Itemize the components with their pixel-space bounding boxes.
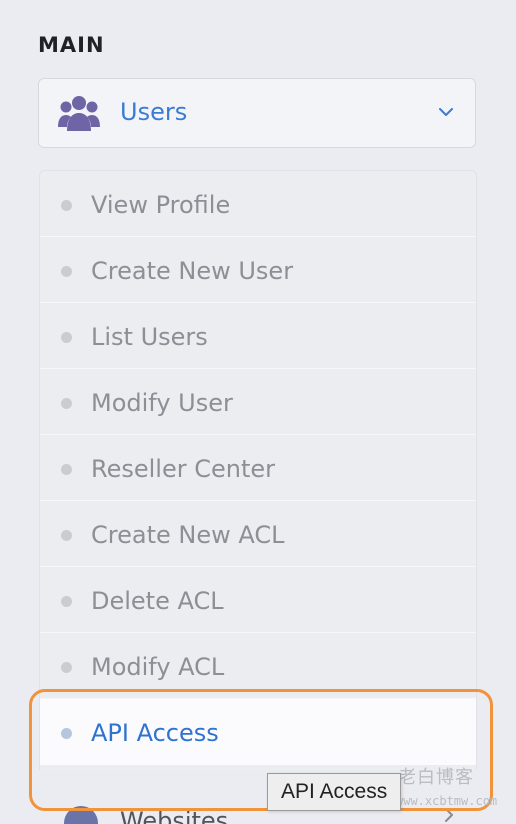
submenu-item-create-new-acl[interactable]: Create New ACL <box>40 501 476 567</box>
bullet-icon <box>61 332 72 343</box>
bullet-icon <box>61 464 72 475</box>
submenu-item-modify-acl[interactable]: Modify ACL <box>40 633 476 699</box>
submenu-item-label: Modify ACL <box>91 653 225 681</box>
submenu-item-api-access[interactable]: API Access <box>40 699 476 765</box>
submenu-item-label: Delete ACL <box>91 587 224 615</box>
tooltip: API Access <box>267 773 402 811</box>
bullet-icon <box>61 530 72 541</box>
bullet-icon <box>61 398 72 409</box>
section-title: MAIN <box>38 33 105 57</box>
bullet-icon <box>61 662 72 673</box>
submenu-item-label: Create New ACL <box>91 521 285 549</box>
submenu-item-modify-user[interactable]: Modify User <box>40 369 476 435</box>
users-submenu: View Profile Create New User List Users … <box>39 170 477 770</box>
users-menu-label: Users <box>120 98 188 126</box>
submenu-item-label: Reseller Center <box>91 455 276 483</box>
submenu-item-label: Modify User <box>91 389 233 417</box>
submenu-item-label: API Access <box>91 719 219 747</box>
chevron-down-icon <box>439 108 453 116</box>
bullet-icon <box>61 728 72 739</box>
submenu-item-delete-acl[interactable]: Delete ACL <box>40 567 476 633</box>
submenu-item-list-users[interactable]: List Users <box>40 303 476 369</box>
bullet-icon <box>61 200 72 211</box>
submenu-item-label: Create New User <box>91 257 294 285</box>
submenu-item-reseller-center[interactable]: Reseller Center <box>40 435 476 501</box>
submenu-item-label: View Profile <box>91 191 231 219</box>
bullet-icon <box>61 266 72 277</box>
watermark-url: www.xcbtmw.com <box>396 794 498 808</box>
users-icon <box>58 96 100 131</box>
submenu-item-label: List Users <box>91 323 208 351</box>
watermark-text: 老白博客 <box>398 767 474 788</box>
sidebar-item-label: Websites <box>120 807 229 824</box>
submenu-item-create-new-user[interactable]: Create New User <box>40 237 476 303</box>
users-menu-toggle[interactable]: Users <box>38 78 476 148</box>
bullet-icon <box>61 596 72 607</box>
submenu-item-view-profile[interactable]: View Profile <box>40 171 476 237</box>
chevron-right-icon <box>445 808 453 822</box>
globe-icon <box>64 806 98 824</box>
